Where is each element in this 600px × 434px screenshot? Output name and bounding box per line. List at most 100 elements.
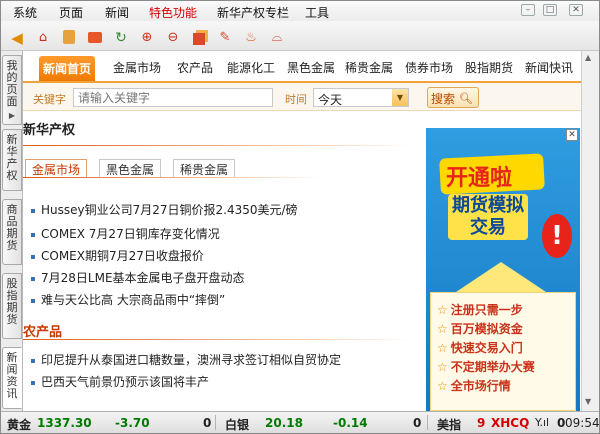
brand-logo: XHCQ [491, 416, 530, 430]
bullet-icon [31, 208, 35, 213]
nav-bonds[interactable]: 债券市场 [405, 59, 453, 76]
nav-news-home[interactable]: 新闻首页 [39, 56, 96, 81]
nav-index-futures[interactable]: 股指期货 [465, 59, 513, 76]
minimize-button[interactable]: – [521, 4, 535, 16]
menu-news[interactable]: 新闻 [105, 4, 129, 21]
news-item-text: 7月28日LME基本金属电子盘开盘动态 [41, 271, 245, 285]
star-icon: ☆ [437, 379, 448, 393]
basket-icon[interactable]: ⌓ [269, 30, 285, 46]
vtab-label: 新华产权 [6, 133, 18, 182]
news-item-text: COMEX 7月27日铜库存变化情况 [41, 227, 220, 241]
status-separator [427, 415, 428, 430]
ad-feature-item: ☆ 全市场行情 [437, 377, 511, 394]
gold-count: 0 [203, 416, 212, 430]
ad-subline-2: 交易 [470, 217, 506, 238]
section-title-agri: 农产品 [23, 325, 63, 340]
subtab-divider [23, 177, 323, 178]
news-item[interactable]: COMEX期铜7月27日收盘报价 [31, 247, 204, 264]
silver-label: 白银 [225, 418, 250, 432]
maximize-button[interactable]: □ [543, 4, 557, 16]
ad-feature-item: ☆ 百万模拟资金 [437, 320, 523, 337]
star-icon: ☆ [437, 360, 448, 374]
search-row: 关键字 时间 今天 ▼ 搜索 🔍︎ [23, 83, 581, 111]
section-divider [23, 145, 413, 146]
menu-xinhua-column[interactable]: 新华产权专栏 [217, 4, 289, 21]
ad-feature-text: 注册只需一步 [450, 303, 523, 317]
nav-agri[interactable]: 农产品 [177, 59, 213, 76]
gold-change: -3.70 [115, 416, 150, 430]
menu-page[interactable]: 页面 [59, 4, 83, 21]
scroll-down-icon[interactable]: ▼ [585, 397, 591, 406]
time-label: 时间 [285, 93, 307, 106]
home-icon[interactable]: ⌂ [35, 30, 51, 46]
keyword-input[interactable] [73, 88, 273, 107]
nav-flash-news[interactable]: 新闻快讯 [525, 59, 573, 76]
envelope-icon [456, 262, 546, 292]
ad-feature-text: 不定期举办大赛 [450, 360, 535, 374]
news-item[interactable]: 印尼提升从泰国进口糖数量，澳洲寻求签订相似自贸协定 [31, 351, 341, 368]
vtab-label: 股指期货 [6, 277, 18, 326]
silver-change: -0.14 [333, 416, 368, 430]
subtab-ferrous[interactable]: 黑色金属 [99, 159, 162, 177]
gold-label: 黄金 [7, 418, 32, 432]
nav-energy[interactable]: 能源化工 [227, 59, 275, 76]
bullet-icon [31, 380, 35, 385]
news-item[interactable]: Hussey铜业公司7月27日铜价报2.4350美元/磅 [31, 201, 298, 218]
bullet-icon [31, 298, 35, 303]
ad-feature-text: 全市场行情 [450, 379, 511, 393]
chevron-down-icon[interactable]: ▼ [392, 89, 408, 106]
star-icon: ☆ [437, 303, 448, 317]
card-icon[interactable] [87, 30, 103, 46]
news-item-text: 难与天公比高 大宗商品雨中“摔倒” [41, 293, 226, 307]
news-item[interactable]: COMEX 7月27日铜库存变化情况 [31, 225, 220, 242]
bullet-icon [31, 276, 35, 281]
vtab-label: 新闻资讯 [6, 351, 18, 400]
flame-icon[interactable]: ♨ [243, 30, 259, 46]
menu-features[interactable]: 特色功能 [149, 4, 197, 21]
menu-tools[interactable]: 工具 [305, 4, 329, 21]
vtab-index-futures[interactable]: 股指期货 [2, 273, 22, 339]
close-icon[interactable]: ✕ [566, 129, 578, 141]
news-item-text: 印尼提升从泰国进口糖数量，澳洲寻求签订相似自贸协定 [41, 353, 342, 367]
news-item[interactable]: 难与天公比高 大宗商品雨中“摔倒” [31, 291, 225, 308]
zoom-out-icon[interactable]: ⊖ [165, 30, 181, 46]
vtab-xinhua[interactable]: 新华产权 [2, 129, 22, 191]
silver-count: 0 [413, 416, 422, 430]
subtab-precious[interactable]: 稀贵金属 [173, 159, 236, 177]
vertical-scrollbar[interactable]: ▲ ▼ [581, 51, 599, 411]
vtab-my-page[interactable]: 我的页面 ▶ [2, 55, 22, 125]
vtab-news[interactable]: 新闻资讯 [2, 347, 22, 409]
back-arrow-icon[interactable]: ◀ [9, 30, 25, 46]
subtab-metal[interactable]: 金属市场 [25, 159, 88, 177]
ad-subline-1: 期货模拟 [452, 195, 524, 216]
menu-system[interactable]: 系统 [13, 4, 37, 21]
section-divider [23, 339, 413, 340]
nav-precious[interactable]: 稀贵金属 [345, 59, 393, 76]
ad-feature-item: ☆ 快速交易入门 [437, 339, 523, 356]
pencil-icon[interactable]: ✎ [217, 30, 233, 46]
ad-banner[interactable]: ✕ 开通啦 期货模拟 交易 ! ☆ 注册只需一步 ☆ 百万模拟资金 ☆ 快速交易入门 … [426, 128, 580, 411]
scroll-up-icon[interactable]: ▲ [585, 53, 591, 62]
index-value: 9 [477, 416, 486, 430]
signal-icon: Y.ıl [535, 416, 550, 429]
silver-price: 20.18 [265, 416, 303, 430]
vtab-label: 我的页面 [6, 59, 18, 108]
refresh-icon[interactable]: ↻ [113, 30, 129, 46]
nav-bar: 新闻首页 金属市场 农产品 能源化工 黑色金属 稀贵金属 债券市场 股指期货 新… [23, 51, 581, 83]
zoom-in-icon[interactable]: ⊕ [139, 30, 155, 46]
ad-feature-text: 快速交易入门 [450, 341, 523, 355]
search-button[interactable]: 搜索 🔍︎ [427, 87, 479, 108]
nav-ferrous[interactable]: 黑色金属 [287, 59, 335, 76]
close-button[interactable]: ✕ [569, 4, 583, 16]
notebook-icon[interactable] [61, 30, 77, 46]
news-item[interactable]: 巴西天气前景仍预示该国将丰产 [31, 373, 209, 390]
news-item[interactable]: 7月28日LME基本金属电子盘开盘动态 [31, 269, 245, 286]
content-area: 新闻首页 金属市场 农产品 能源化工 黑色金属 稀贵金属 债券市场 股指期货 新… [23, 51, 581, 411]
copy-icon[interactable] [191, 30, 207, 46]
search-icon: 🔍︎ [458, 92, 473, 105]
nav-metal-market[interactable]: 金属市场 [113, 59, 161, 76]
time-select-value: 今天 [318, 93, 343, 107]
time-select[interactable]: 今天 ▼ [313, 88, 409, 107]
index-label: 美指 [437, 418, 462, 432]
vtab-commodity[interactable]: 商品期货 [2, 199, 22, 265]
